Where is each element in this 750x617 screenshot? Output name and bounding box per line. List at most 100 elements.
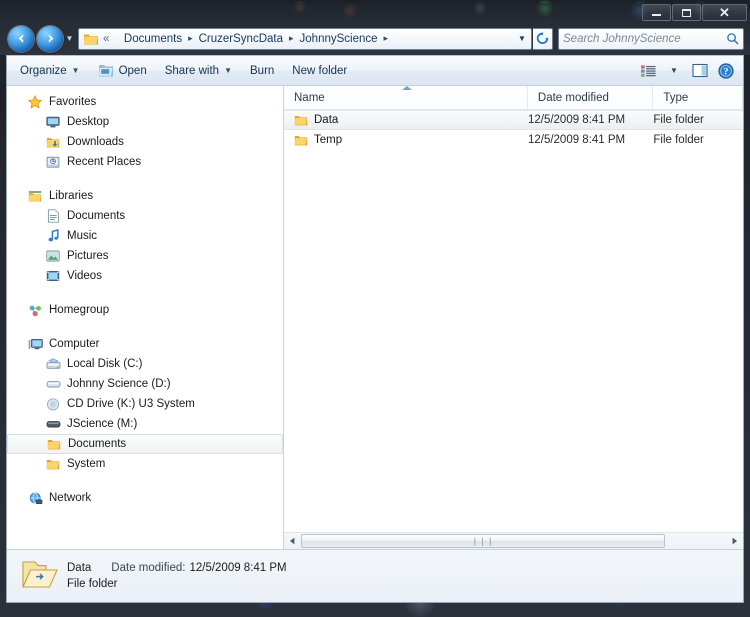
sidebar-item-recent-places[interactable]: Recent Places bbox=[7, 152, 283, 172]
nav-label: Local Disk (C:) bbox=[67, 358, 143, 370]
sidebar-item-documents-folder[interactable]: Documents bbox=[7, 434, 283, 454]
maximize-button[interactable] bbox=[672, 4, 701, 21]
nav-label: JScience (M:) bbox=[67, 418, 138, 430]
nav-label: Johnny Science (D:) bbox=[67, 378, 171, 390]
sidebar-item-documents-library[interactable]: Documents bbox=[7, 206, 283, 226]
sidebar-item-network[interactable]: Network bbox=[7, 488, 283, 508]
nav-group-computer[interactable]: Computer bbox=[7, 334, 283, 354]
nav-label: Libraries bbox=[49, 190, 94, 202]
breadcrumb-separator-0 bbox=[110, 34, 123, 44]
new-folder-button[interactable]: New folder bbox=[283, 59, 356, 83]
row-date-cell: 12/5/2009 8:41 PM bbox=[527, 134, 626, 146]
file-list-pane[interactable]: Name Date modified Type Data 12/5/2009 8… bbox=[284, 85, 743, 549]
back-button[interactable] bbox=[8, 25, 34, 52]
sidebar-item-local-disk-c[interactable]: Local Disk (C:) bbox=[7, 354, 283, 374]
sidebar-item-system-folder[interactable]: System bbox=[7, 454, 283, 474]
nav-label: CD Drive (K:) U3 System bbox=[67, 398, 195, 410]
open-folder-large-icon bbox=[17, 557, 63, 595]
downloads-folder-icon bbox=[45, 136, 61, 149]
nav-label: Favorites bbox=[49, 96, 97, 108]
open-label: Open bbox=[118, 64, 147, 77]
nav-label: Computer bbox=[49, 338, 100, 350]
scroll-right-button[interactable] bbox=[726, 533, 743, 549]
recent-pages-button[interactable]: ▼ bbox=[63, 26, 76, 52]
scrollbar-thumb[interactable]: ❘❘❘ bbox=[301, 534, 665, 548]
row-date-cell: 12/5/2009 8:41 PM bbox=[527, 114, 626, 126]
table-row[interactable]: Temp 12/5/2009 8:41 PM File folder bbox=[284, 130, 743, 150]
sidebar-item-jscience-m[interactable]: JScience (M:) bbox=[7, 414, 283, 434]
network-icon bbox=[27, 492, 43, 505]
sidebar-item-desktop[interactable]: Desktop bbox=[7, 112, 283, 132]
burn-button[interactable]: Burn bbox=[241, 59, 283, 83]
row-type-cell: File folder bbox=[653, 134, 704, 146]
desktop-icon bbox=[45, 116, 61, 129]
breadcrumb-johnnyscience[interactable]: JohnnyScience bbox=[299, 33, 379, 45]
breadcrumb-separator-3[interactable]: ▸ bbox=[379, 33, 394, 44]
hard-drive-icon bbox=[45, 357, 61, 371]
sidebar-item-johnny-science-d[interactable]: Johnny Science (D:) bbox=[7, 374, 283, 394]
sidebar-item-music-library[interactable]: Music bbox=[7, 226, 283, 246]
sidebar-item-pictures-library[interactable]: Pictures bbox=[7, 246, 283, 266]
back-arrow-icon bbox=[18, 34, 23, 43]
open-folder-icon bbox=[98, 63, 114, 78]
column-header-date-modified[interactable]: Date modified bbox=[528, 85, 654, 110]
scroll-left-button[interactable] bbox=[284, 533, 301, 549]
share-with-label: Share with bbox=[164, 64, 220, 77]
details-text: Data Date modified: 12/5/2009 8:41 PM Fi… bbox=[67, 562, 287, 590]
homegroup-icon bbox=[27, 304, 43, 317]
nav-group-libraries[interactable]: Libraries bbox=[7, 186, 283, 206]
column-header-type[interactable]: Type bbox=[653, 85, 743, 110]
share-with-button[interactable]: Share with ▼ bbox=[156, 59, 241, 83]
sidebar-item-cd-drive-k[interactable]: CD Drive (K:) U3 System bbox=[7, 394, 283, 414]
preview-pane-button[interactable] bbox=[687, 59, 713, 83]
folder-icon bbox=[45, 458, 61, 471]
breadcrumb-cruzersyncdata[interactable]: CruzerSyncData bbox=[198, 33, 284, 45]
view-options-icon bbox=[640, 64, 656, 77]
sidebar-item-videos-library[interactable]: Videos bbox=[7, 266, 283, 286]
music-library-icon bbox=[45, 229, 61, 243]
column-header-name[interactable]: Name bbox=[284, 85, 528, 110]
star-icon bbox=[27, 95, 43, 109]
horizontal-scrollbar[interactable]: ❘❘❘ bbox=[284, 532, 743, 549]
folder-icon bbox=[46, 438, 62, 451]
preview-pane-icon bbox=[692, 63, 708, 78]
column-headers: Name Date modified Type bbox=[284, 85, 743, 110]
nav-label: Documents bbox=[67, 210, 126, 222]
column-header-name-label: Name bbox=[294, 91, 325, 104]
close-icon: ✕ bbox=[719, 5, 730, 20]
search-box[interactable]: Search JohnnyScience bbox=[558, 27, 744, 50]
address-dropdown-button[interactable]: ▼ bbox=[513, 34, 531, 43]
scrollbar-track[interactable]: ❘❘❘ bbox=[301, 533, 726, 549]
details-name: Data bbox=[67, 562, 92, 574]
refresh-button[interactable] bbox=[533, 27, 553, 50]
search-input[interactable]: Search JohnnyScience bbox=[563, 33, 726, 45]
address-bar[interactable]: « Documents ▸ CruzerSyncData ▸ JohnnySci… bbox=[78, 27, 532, 50]
breadcrumb-separator-1[interactable]: ▸ bbox=[183, 33, 198, 44]
help-button[interactable]: ? bbox=[713, 59, 739, 83]
breadcrumb-documents[interactable]: Documents bbox=[123, 33, 183, 45]
view-dropdown-button[interactable]: ▼ bbox=[661, 59, 687, 83]
sidebar-item-homegroup[interactable]: Homegroup bbox=[7, 300, 283, 320]
close-button[interactable]: ✕ bbox=[702, 4, 747, 21]
sidebar-item-downloads[interactable]: Downloads bbox=[7, 132, 283, 152]
minimize-button[interactable] bbox=[642, 4, 671, 21]
change-view-button[interactable] bbox=[635, 59, 661, 83]
breadcrumb-separator-2[interactable]: ▸ bbox=[284, 33, 299, 44]
nav-label: Desktop bbox=[67, 116, 110, 128]
details-date-modified-label: Date modified: bbox=[111, 562, 186, 574]
svg-text:?: ? bbox=[724, 67, 729, 77]
nav-label: Pictures bbox=[67, 250, 109, 262]
table-row[interactable]: Data 12/5/2009 8:41 PM File folder bbox=[284, 110, 743, 130]
address-overflow[interactable]: « bbox=[102, 33, 110, 45]
explorer-window: ✕ ▼ « Documents ▸ CruzerSyncData ▸ Johnn… bbox=[0, 3, 750, 609]
libraries-icon bbox=[27, 190, 43, 203]
organize-button[interactable]: Organize ▼ bbox=[11, 59, 89, 83]
navigation-pane[interactable]: Favorites Desktop Downloads Recent Place… bbox=[7, 86, 284, 549]
nav-group-favorites[interactable]: Favorites bbox=[7, 92, 283, 112]
details-kind: File folder bbox=[67, 578, 118, 590]
address-bar-row: ▼ « Documents ▸ CruzerSyncData ▸ JohnnyS… bbox=[0, 22, 750, 55]
forward-button[interactable] bbox=[37, 25, 63, 52]
open-button[interactable]: Open bbox=[89, 59, 156, 83]
help-icon: ? bbox=[718, 62, 734, 79]
